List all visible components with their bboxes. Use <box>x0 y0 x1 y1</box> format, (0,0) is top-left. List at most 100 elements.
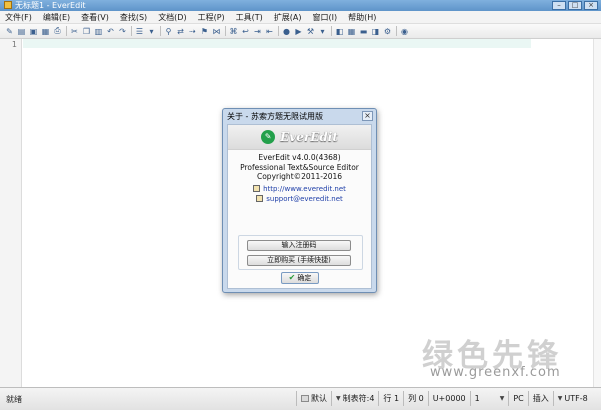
print-icon[interactable]: ⎙ <box>52 26 63 37</box>
app-icon <box>4 1 12 9</box>
status-mode[interactable]: 默认 <box>296 391 331 406</box>
status-cells: 默认 ▼ 制表符:4 行 1 列 0 U+0000 1 ▼ PC 插入 ▼ UTF-8 <box>296 391 592 406</box>
copyright: Copyright©2011-2016 <box>256 172 343 181</box>
status-bar: 就绪 默认 ▼ 制表符:4 行 1 列 0 U+0000 1 ▼ PC 插入 ▼ UT… <box>0 387 601 410</box>
status-unicode: U+0000 <box>427 391 470 406</box>
toolbar-separator <box>223 26 227 37</box>
about-dialog: 关于 - 苏索方题无限试用版 × ✎ EverEdit EverEdit v4.… <box>222 108 377 293</box>
chevron-down-icon[interactable]: ▾ <box>146 26 157 37</box>
menu-document[interactable]: 文档(D) <box>158 11 186 23</box>
toolbar: ✎ ▤ ▣ ▦ ⎙ ✂ ❐ ▥ ↶ ↷ ☰ ▾ ⚲ ⇄ ⇢ ⚑ ⋈ ⌘ ↩ ⇥ … <box>0 24 601 39</box>
product-subtitle: Professional Text&Source Editor <box>240 162 359 172</box>
copy-icon[interactable]: ❐ <box>81 26 92 37</box>
help-icon[interactable]: ◉ <box>399 26 410 37</box>
minimize-button[interactable]: – <box>552 1 566 10</box>
status-encoding[interactable]: ▼ UTF-8 <box>552 391 592 406</box>
settings-icon[interactable]: ⚙ <box>382 26 393 37</box>
panel-left-icon[interactable]: ◧ <box>334 26 345 37</box>
chevron-down-icon[interactable]: ▾ <box>317 26 328 37</box>
redo-icon[interactable]: ↷ <box>117 26 128 37</box>
window-title: 无标题1 - EverEdit <box>15 1 86 10</box>
watermark-url: www.greenxf.com <box>430 365 561 380</box>
find-icon[interactable]: ⚲ <box>163 26 174 37</box>
undo-icon[interactable]: ↶ <box>105 26 116 37</box>
maximize-button[interactable]: □ <box>568 1 582 10</box>
share-icon[interactable]: ⋈ <box>211 26 222 37</box>
toolbar-separator <box>158 26 162 37</box>
home-icon <box>253 185 261 192</box>
menu-help[interactable]: 帮助(H) <box>348 11 376 23</box>
panel-right-icon[interactable]: ◨ <box>370 26 381 37</box>
website-link[interactable]: http://www.everedit.net <box>263 185 346 193</box>
ok-label: 确定 <box>297 274 312 282</box>
menu-extensions[interactable]: 扩展(A) <box>274 11 302 23</box>
dialog-body: ✎ EverEdit EverEdit v4.0.0(4368) Profess… <box>227 124 372 289</box>
buy-now-button[interactable]: 立即购买 (手续快捷) <box>247 255 351 266</box>
save-icon[interactable]: ▣ <box>28 26 39 37</box>
chevron-down-icon: ▼ <box>499 395 505 402</box>
toolbar-separator <box>64 26 68 37</box>
pen-icon: ✎ <box>261 130 276 144</box>
ok-button[interactable]: ✔ 确定 <box>281 272 319 284</box>
macro-icon[interactable]: ⌘ <box>228 26 239 37</box>
status-encoding-label: UTF-8 <box>564 394 588 403</box>
menu-view[interactable]: 查看(V) <box>81 11 109 23</box>
mail-icon <box>256 195 264 202</box>
menu-edit[interactable]: 编辑(E) <box>43 11 70 23</box>
close-window-button[interactable]: × <box>584 1 598 10</box>
status-line: 行 1 <box>378 391 403 406</box>
play-icon[interactable]: ▶ <box>293 26 304 37</box>
wrap-icon[interactable]: ↩ <box>240 26 251 37</box>
outdent-icon[interactable]: ⇤ <box>264 26 275 37</box>
email-link[interactable]: support@everedit.net <box>266 195 343 203</box>
panel-grid-icon[interactable]: ▦ <box>346 26 357 37</box>
chevron-down-icon: ▼ <box>557 395 563 402</box>
menu-window[interactable]: 窗口(I) <box>313 11 338 23</box>
save-all-icon[interactable]: ▦ <box>40 26 51 37</box>
status-tab-label: 制表符:4 <box>342 394 375 403</box>
dialog-close-button[interactable]: × <box>362 111 373 121</box>
status-mode-label: 默认 <box>311 394 327 403</box>
product-info: EverEdit v4.0.0(4368) Professional Text&… <box>228 150 371 182</box>
menu-tools[interactable]: 工具(T) <box>236 11 263 23</box>
bookmark-icon[interactable]: ⚑ <box>199 26 210 37</box>
toolbar-separator <box>394 26 398 37</box>
cut-icon[interactable]: ✂ <box>69 26 80 37</box>
title-bar: 无标题1 - EverEdit – □ × <box>0 0 601 11</box>
document-icon <box>301 395 309 402</box>
chevron-down-icon: ▼ <box>336 395 341 402</box>
status-col: 列 0 <box>403 391 428 406</box>
tools-icon[interactable]: ⚒ <box>305 26 316 37</box>
status-num[interactable]: 1 ▼ <box>469 391 509 406</box>
toolbar-separator <box>276 26 280 37</box>
status-eol[interactable]: PC <box>508 391 527 406</box>
open-icon[interactable]: ▤ <box>16 26 27 37</box>
logo-text: EverEdit <box>280 130 338 144</box>
check-icon: ✔ <box>288 273 296 282</box>
menu-project[interactable]: 工程(P) <box>198 11 225 23</box>
new-file-icon[interactable]: ✎ <box>4 26 15 37</box>
status-ready: 就绪 <box>6 395 22 404</box>
view-mode-icon[interactable]: ☰ <box>134 26 145 37</box>
panel-output-icon[interactable]: ▬ <box>358 26 369 37</box>
menu-file[interactable]: 文件(F) <box>5 11 32 23</box>
toolbar-separator <box>329 26 333 37</box>
line-number: 1 <box>11 40 17 49</box>
paste-icon[interactable]: ▥ <box>93 26 104 37</box>
website-row: http://www.everedit.net <box>228 184 371 194</box>
window-controls: – □ × <box>552 1 598 10</box>
indent-icon[interactable]: ⇥ <box>252 26 263 37</box>
line-number-gutter: 1 <box>0 39 22 387</box>
menu-search[interactable]: 查找(S) <box>120 11 147 23</box>
status-tab[interactable]: ▼ 制表符:4 <box>331 391 378 406</box>
status-insert[interactable]: 插入 <box>527 391 553 406</box>
product-version: EverEdit v4.0.0(4368) <box>258 153 341 162</box>
goto-icon[interactable]: ⇢ <box>187 26 198 37</box>
record-icon[interactable]: ● <box>281 26 292 37</box>
dialog-title: 关于 - 苏索方题无限试用版 <box>227 112 323 121</box>
enter-code-button[interactable]: 输入注册码 <box>247 240 351 251</box>
email-row: support@everedit.net <box>228 194 371 204</box>
status-num-label: 1 <box>474 394 480 403</box>
toolbar-separator <box>129 26 133 37</box>
replace-icon[interactable]: ⇄ <box>175 26 186 37</box>
